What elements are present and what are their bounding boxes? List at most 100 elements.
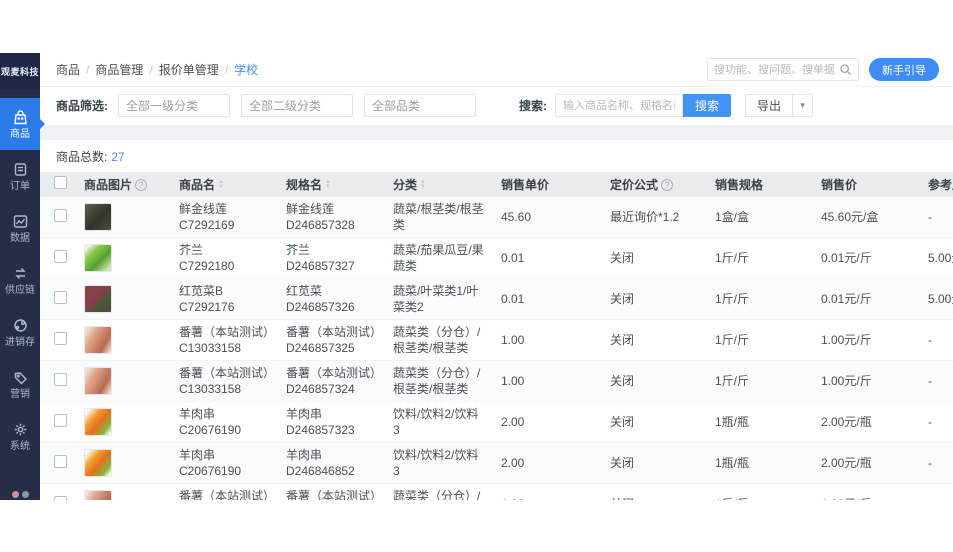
sidebar-bottom-icon xyxy=(0,491,40,498)
category-cell: 蔬菜类（分仓）/根茎类/根茎类 xyxy=(393,489,481,500)
supply-arrows-icon xyxy=(14,267,26,279)
product-image[interactable] xyxy=(84,367,112,395)
category-level1-select[interactable]: 全部一级分类 xyxy=(118,94,230,117)
column-header-label: 商品名 xyxy=(179,177,216,192)
help-icon[interactable]: ? xyxy=(135,178,148,191)
sort-icon[interactable]: ▲ ▼ xyxy=(218,179,224,190)
sort-icon[interactable]: ▲ ▼ xyxy=(420,179,426,190)
sort-icon[interactable]: ▲ ▼ xyxy=(325,179,331,190)
product-search-input[interactable] xyxy=(555,94,683,117)
sale-spec-cell: 1斤/斤 xyxy=(715,292,750,306)
inventory-globe-icon xyxy=(13,318,27,332)
new-user-guide-button[interactable]: 新手引导 xyxy=(869,58,939,81)
spec-id: D246857325 xyxy=(286,341,355,355)
select-all-checkbox[interactable] xyxy=(54,176,67,189)
spec-name: 羊肉串 xyxy=(286,407,323,421)
column-header-label: 商品图片 xyxy=(84,177,133,192)
ref-cost-cell: - xyxy=(928,456,932,470)
row-checkbox[interactable] xyxy=(54,331,67,345)
sidebar-item-7[interactable]: 系统 xyxy=(0,410,40,462)
export-button[interactable]: 导出 xyxy=(745,94,794,117)
product-name: 羊肉串 xyxy=(179,407,216,421)
breadcrumb-item[interactable]: 学校 xyxy=(234,61,258,78)
sidebar: 观麦科技 商品 订单 数据 供应链 进销存 营销 系统 xyxy=(0,53,45,500)
help-icon[interactable]: ? xyxy=(661,178,674,191)
global-search[interactable] xyxy=(707,58,859,81)
sidebar-item-label: 营销 xyxy=(10,388,30,400)
unit-price-cell: 1.00 xyxy=(501,333,525,347)
column-header-label: 分类 xyxy=(393,177,418,192)
row-checkbox[interactable] xyxy=(54,495,67,500)
global-search-input[interactable] xyxy=(714,63,839,76)
column-header: 销售规格 xyxy=(707,173,813,197)
sale-price-cell: 0.01元/斤 xyxy=(821,292,872,306)
sale-price-cell: 2.00元/瓶 xyxy=(821,415,872,429)
product-image[interactable] xyxy=(84,490,112,500)
sidebar-item-3[interactable]: 数据 xyxy=(0,202,40,254)
sidebar-item-6[interactable]: 营销 xyxy=(0,358,40,410)
breadcrumb-item[interactable]: 商品管理 xyxy=(95,61,143,78)
column-header-label: 规格名 xyxy=(286,177,323,192)
sidebar-item-label: 系统 xyxy=(10,440,30,452)
sidebar-item-4[interactable]: 供应链 xyxy=(0,254,40,306)
row-checkbox[interactable] xyxy=(54,454,67,468)
ref-cost-cell: - xyxy=(920,492,953,500)
search-group: 搜索: 搜索 导出 ▼ xyxy=(519,94,814,117)
sidebar-item-5[interactable]: 进销存 xyxy=(0,306,40,358)
column-header: 销售价 xyxy=(813,173,920,197)
unit-price-cell: 2.00 xyxy=(501,456,525,470)
product-id: C7292176 xyxy=(179,300,235,314)
product-image[interactable] xyxy=(84,244,112,272)
column-header-label: 定价公式 xyxy=(610,177,659,192)
column-header[interactable]: 分类 ▲ ▼ xyxy=(385,173,493,197)
column-header-label: 销售单价 xyxy=(501,177,550,192)
column-header[interactable]: 商品名 ▲ ▼ xyxy=(171,173,278,197)
sidebar-item-label: 数据 xyxy=(10,232,30,244)
sidebar-item-1[interactable]: 商品 xyxy=(0,98,45,150)
row-checkbox[interactable] xyxy=(54,208,67,222)
table-row: 羊肉串 C20676190 羊肉串 D246857323 饮料/饮料2/饮料3 2.00 关… xyxy=(40,402,953,443)
topbar-right: 新手引导 xyxy=(707,58,939,81)
breadcrumb-separator: / xyxy=(224,62,229,77)
search-icon xyxy=(840,64,851,75)
sale-spec-cell: 1斤/斤 xyxy=(715,251,750,265)
table-row: 羊肉串 C20676190 羊肉串 D246846852 饮料/饮料2/饮料3 2.00 关… xyxy=(40,443,953,484)
product-id: C7292169 xyxy=(179,218,235,232)
spec-id: D246857328 xyxy=(286,218,355,232)
product-image[interactable] xyxy=(84,408,112,436)
column-header: 定价公式? xyxy=(602,173,707,197)
breadcrumb-item[interactable]: 商品 xyxy=(56,61,80,78)
sidebar-item-2[interactable]: 订单 xyxy=(0,150,40,202)
sidebar-item-label: 供应链 xyxy=(5,284,35,296)
row-checkbox[interactable] xyxy=(54,249,67,263)
category-type-select[interactable]: 全部品类 xyxy=(364,94,476,117)
column-header[interactable]: 规格名 ▲ ▼ xyxy=(278,173,385,197)
category-level2-select[interactable]: 全部二级分类 xyxy=(241,94,353,117)
search-button[interactable]: 搜索 xyxy=(683,94,732,117)
product-name: 鲜金线莲 xyxy=(179,202,228,216)
sidebar-item-label: 进销存 xyxy=(5,336,35,348)
shopping-bag-icon xyxy=(13,109,27,124)
unit-price-cell: 1.00 xyxy=(501,374,525,388)
export-dropdown-caret[interactable]: ▼ xyxy=(793,94,814,117)
row-checkbox[interactable] xyxy=(54,372,67,386)
product-image[interactable] xyxy=(84,285,112,313)
category-cell: 饮料/饮料2/饮料3 xyxy=(393,448,479,478)
sidebar-nav: 商品订单数据供应链进销存营销系统 xyxy=(0,90,45,462)
breadcrumb-item[interactable]: 报价单管理 xyxy=(159,61,219,78)
sidebar-item-label: 订单 xyxy=(10,180,30,192)
spec-id: D246857326 xyxy=(286,300,355,314)
sale-spec-cell: 1斤/斤 xyxy=(715,333,750,347)
main-area: 商品 / 商品管理 / 报价单管理 / 学校 新手引导 商品筛选: 全部一级分类 全部二级分… xyxy=(40,53,953,500)
product-image[interactable] xyxy=(84,449,112,477)
row-checkbox[interactable] xyxy=(54,413,67,427)
category-cell: 蔬菜/茄果瓜豆/果蔬类 xyxy=(393,243,484,273)
row-checkbox[interactable] xyxy=(54,290,67,304)
app-window: 观麦科技 商品订单数据供应链进销存营销系统 商品 / 商品管理 / 报价单管理 / 学校 新… xyxy=(0,53,953,500)
sale-price-cell: 0.01元/斤 xyxy=(821,251,872,265)
category-cell: 蔬菜/叶菜类1/叶菜类2 xyxy=(393,284,479,314)
product-image[interactable] xyxy=(84,203,112,231)
ref-cost-cell: - xyxy=(928,415,932,429)
product-id: C13033158 xyxy=(179,382,242,396)
product-image[interactable] xyxy=(84,326,112,354)
